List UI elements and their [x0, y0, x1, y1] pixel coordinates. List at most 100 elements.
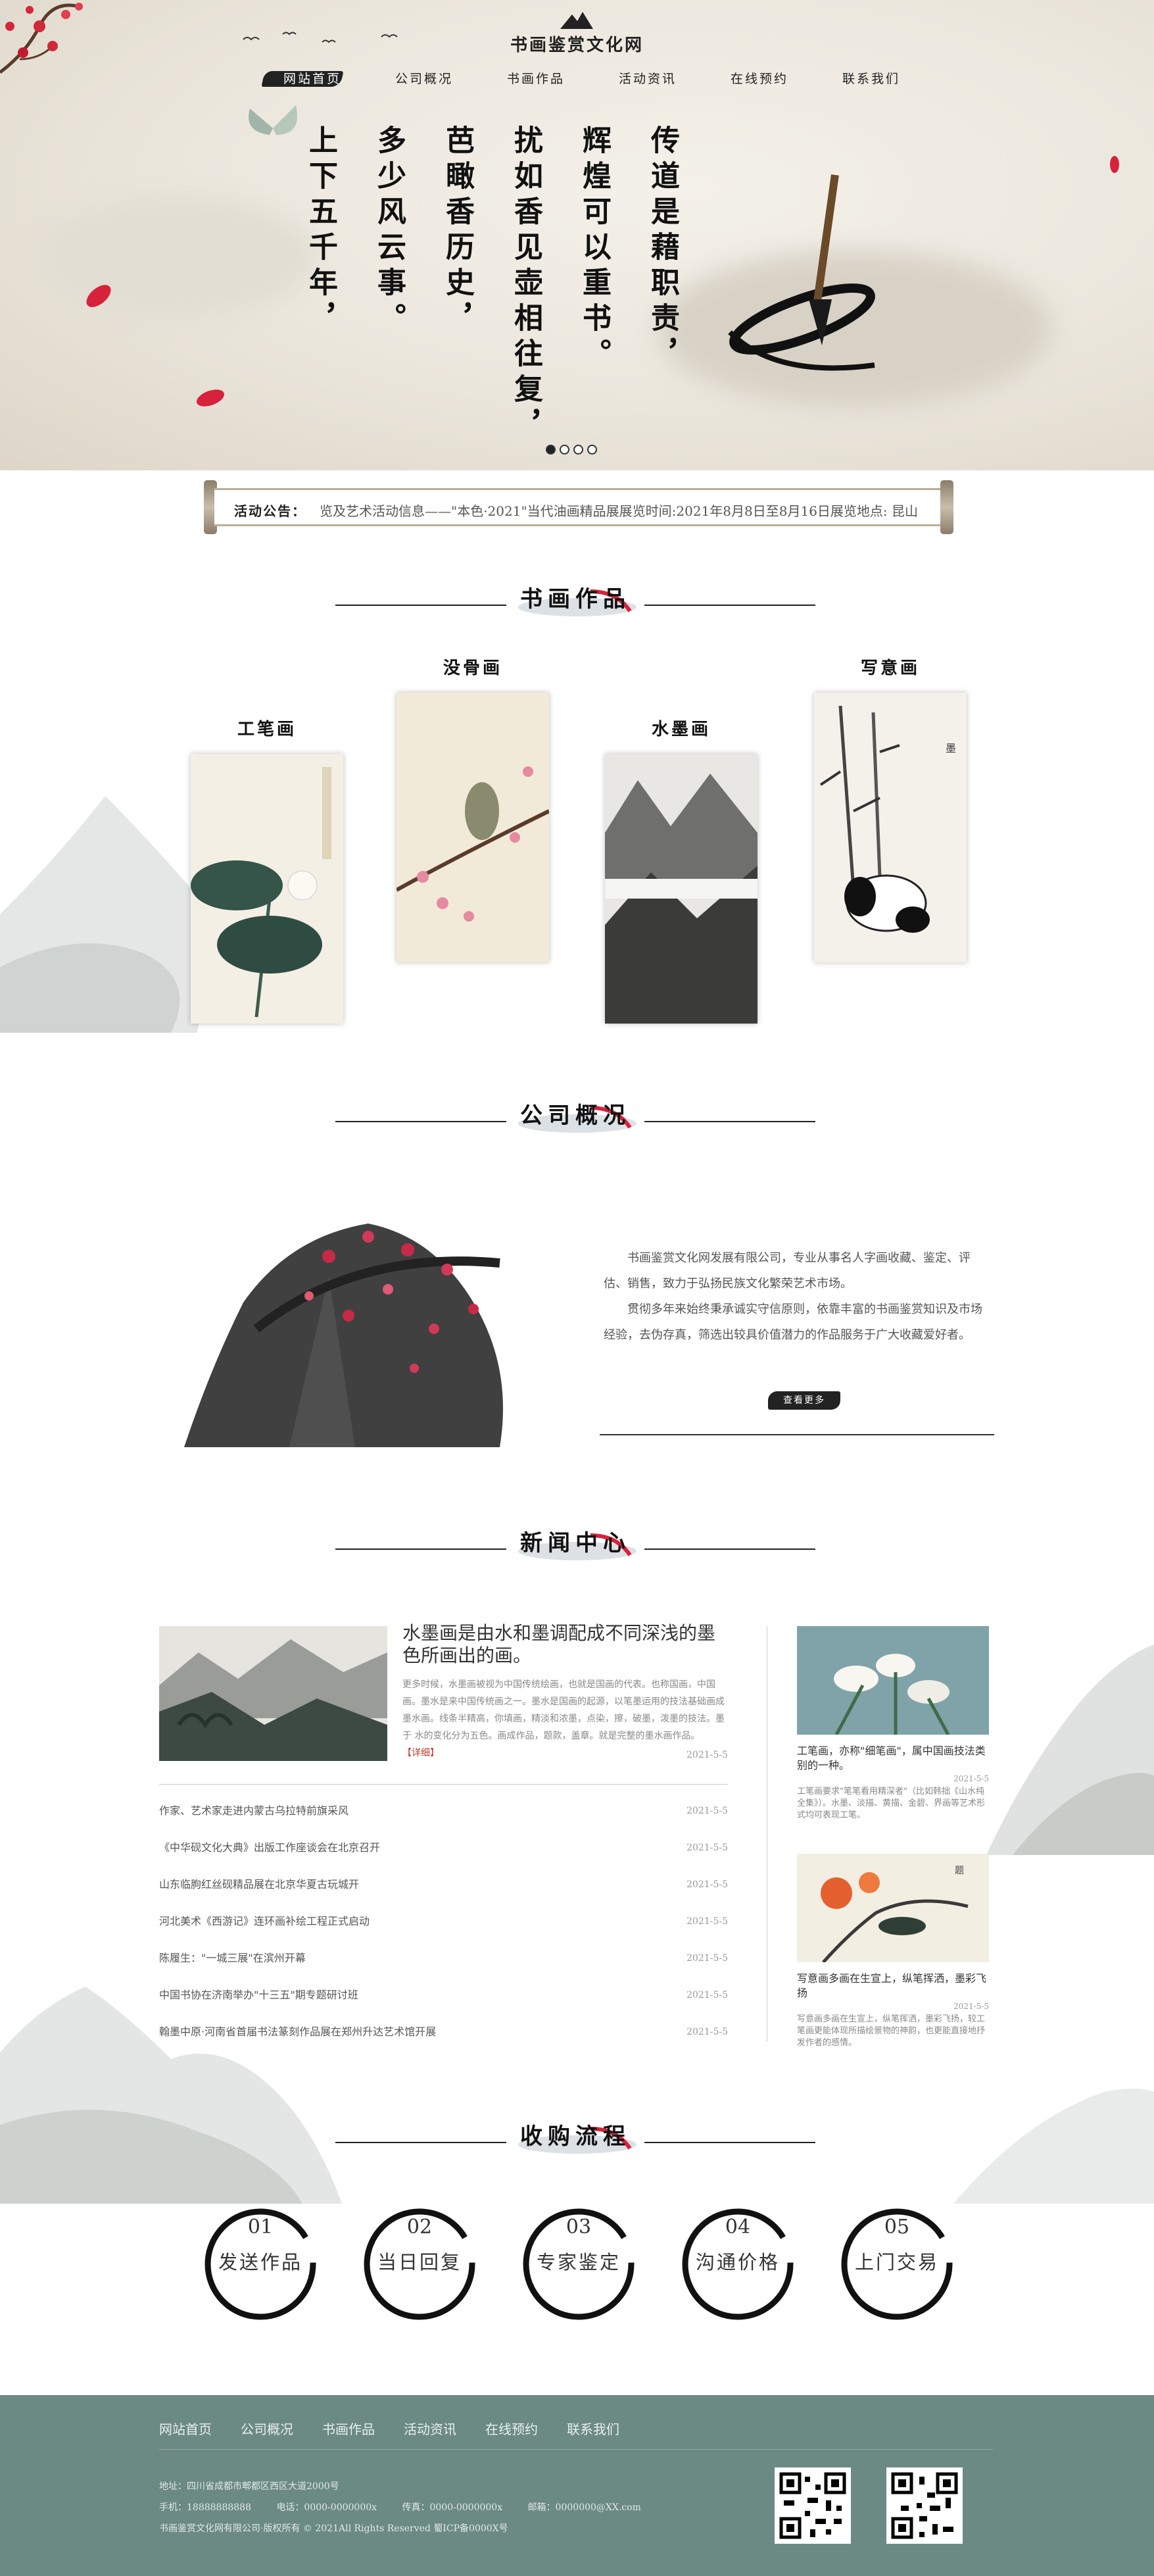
step-label: 发送作品	[218, 2251, 302, 2273]
site-footer: 网站首页 公司概况 书画作品 活动资讯 在线预约 联系我们 地址：四川省成都市郫…	[0, 2395, 1154, 2576]
petal-icon	[1110, 156, 1119, 173]
news-side-image-lily[interactable]	[797, 1626, 989, 1735]
news-item-title: 山东临朐红丝砚精品展在北京华夏古玩城开	[159, 1878, 360, 1891]
poem-line: 传道是藉职责，	[646, 125, 679, 374]
news-item-date: 2021-5-5	[686, 1990, 728, 2000]
news-item-date: 2021-5-5	[686, 1879, 728, 1890]
news-side-title[interactable]: 写意画多画在生宣上，纵笔挥洒，墨彩飞扬	[797, 1971, 989, 2000]
footer-contacts: 手机：18888888888 电话：0000-0000000x 传真：0000-…	[159, 2500, 641, 2514]
step-label: 当日回复	[377, 2251, 462, 2273]
news-item-title: 翰墨中原·河南省首届书法篆刻作品展在郑州升达艺术馆开展	[159, 2025, 437, 2038]
news-side-title[interactable]: 工笔画，亦称"细笔画"，属中国画技法类别的一种。	[797, 1744, 989, 1773]
news-detail-link[interactable]: 【详细】	[402, 1748, 439, 1758]
news-side-card[interactable]: 题 写意画多画在生宣上，纵笔挥洒，墨彩飞扬 2021-5-5 写意画多画在生宣上…	[797, 1854, 989, 2049]
footer-nav-contact[interactable]: 联系我们	[567, 2419, 619, 2438]
process-step-5[interactable]: 05 上门交易	[839, 2206, 955, 2322]
site-title[interactable]: 书画鉴赏文化网	[0, 32, 1154, 56]
footer-nav-works[interactable]: 书画作品	[322, 2419, 375, 2438]
poem-line: 辉煌可以重书。	[577, 125, 611, 374]
step-number: 02	[406, 2216, 433, 2239]
footer-nav-home[interactable]: 网站首页	[159, 2419, 212, 2438]
news-list-item[interactable]: 翰墨中原·河南省首届书法篆刻作品展在郑州升达艺术馆开展 2021-5-5	[159, 2017, 728, 2054]
section-title-text: 新闻中心	[520, 1530, 631, 1556]
about-paragraph: 贯彻多年来始终秉承诚实守信原则，依靠丰富的书画鉴赏知识及市场经验，去伪存真，筛选…	[604, 1302, 982, 1342]
news-side-desc: 工笔画要求"笔笔看用精深者"（比如韩拙《山水纯全集》）。水墨、淡描、黄描、金碧、…	[797, 1787, 986, 1820]
footer-nav-news[interactable]: 活动资讯	[404, 2419, 456, 2438]
news-side-desc: 写意画多画在生宣上，纵笔挥洒，墨彩飞扬，较工笔画更能体现所描绘景物的神韵，也更能…	[797, 2014, 986, 2048]
nav-item-contact[interactable]: 联系我们	[815, 66, 927, 92]
step-number: 04	[725, 2216, 751, 2239]
news-featured-title[interactable]: 水墨画是由水和墨调配成不同深浅的墨色所画出的画。	[402, 1622, 718, 1667]
work-card-gongbi[interactable]: 工笔画	[191, 716, 343, 1024]
view-more-button[interactable]: 查看更多	[768, 1391, 840, 1410]
slider-dot[interactable]	[560, 445, 569, 455]
mountain-mist-decoration	[0, 796, 206, 1033]
news-item-title: 中国书协在济南举办"十三五"期专题研讨班	[159, 1989, 358, 2001]
ink-brush-icon	[728, 174, 875, 371]
news-list-item[interactable]: 河北美术《西游记》连环画补绘工程正式启动 2021-5-5	[159, 1906, 728, 1943]
news-side-date: 2021-5-5	[953, 2002, 989, 2011]
news-item-title: 陈履生："一城三展"在滨州开幕	[159, 1952, 306, 1964]
process-step-4[interactable]: 04 沟通价格	[680, 2206, 796, 2322]
site-logo-icon[interactable]	[560, 9, 593, 30]
about-paragraph: 书画鉴赏文化网发展有限公司，专业从事名人字画收藏、鉴定、评估、销售，致力于弘扬民…	[604, 1251, 971, 1291]
step-number: 01	[247, 2216, 274, 2239]
work-card-mogu[interactable]: 没骨画	[397, 655, 549, 962]
work-card-shuimo[interactable]: 水墨画	[605, 716, 757, 1024]
scroll-roller-right	[940, 480, 953, 534]
news-side-card[interactable]: 工笔画，亦称"细笔画"，属中国画技法类别的一种。 2021-5-5 工笔画要求"…	[797, 1626, 989, 1821]
about-ink-painting	[184, 1224, 503, 1447]
section-title-news: 新闻中心	[335, 1506, 815, 1579]
work-image-lotus[interactable]	[191, 754, 343, 1024]
nav-item-home[interactable]: 网站首页	[256, 66, 368, 92]
section-title-text: 书画作品	[520, 586, 631, 612]
news-list-item[interactable]: 山东临朐红丝砚精品展在北京华夏古玩城开 2021-5-5	[159, 1870, 728, 1906]
news-item-date: 2021-5-5	[686, 1843, 728, 1853]
nav-item-news[interactable]: 活动资讯	[592, 66, 704, 92]
poem-line: 芭瞰香历史，	[441, 125, 474, 338]
step-label: 上门交易	[854, 2251, 939, 2273]
footer-nav-about[interactable]: 公司概况	[241, 2419, 293, 2438]
nav-item-works[interactable]: 书画作品	[480, 66, 592, 92]
nav-item-about[interactable]: 公司概况	[368, 66, 480, 92]
news-list-item[interactable]: 陈履生："一城三展"在滨州开幕 2021-5-5	[159, 1943, 728, 1980]
process-step-2[interactable]: 02 当日回复	[362, 2206, 477, 2322]
news-item-title: 《中华砚文化大典》出版工作座谈会在北京召开	[159, 1841, 381, 1854]
about-divider	[600, 1434, 994, 1435]
section-title-text: 公司概况	[520, 1102, 631, 1129]
footer-nav-booking[interactable]: 在线预约	[485, 2419, 538, 2438]
work-image-panda[interactable]: 墨	[814, 693, 967, 962]
process-step-3[interactable]: 03 专家鉴定	[521, 2206, 637, 2322]
step-number: 05	[884, 2216, 910, 2239]
footer-tel: 电话：0000-0000000x	[276, 2502, 377, 2513]
process-step-1[interactable]: 01 发送作品	[203, 2206, 318, 2322]
about-text: 书画鉴赏文化网发展有限公司，专业从事名人字画收藏、鉴定、评估、销售，致力于弘扬民…	[604, 1245, 988, 1348]
main-nav: 网站首页 公司概况 书画作品 活动资讯 在线预约 联系我们	[256, 66, 927, 92]
nav-item-booking[interactable]: 在线预约	[704, 66, 815, 92]
news-list-item[interactable]: 中国书协在济南举办"十三五"期专题研讨班 2021-5-5	[159, 1980, 728, 2017]
slider-dot[interactable]	[573, 445, 583, 455]
work-name: 工笔画	[237, 720, 297, 739]
petal-icon	[86, 285, 111, 307]
butterfly-icon	[249, 105, 297, 135]
work-image-bird[interactable]	[397, 693, 549, 962]
news-featured-image[interactable]	[159, 1626, 387, 1761]
news-side-date: 2021-5-5	[953, 1774, 989, 1783]
qr-code-icon	[775, 2467, 851, 2544]
work-card-xieyi[interactable]: 写意画 墨	[814, 655, 967, 962]
poem-line: 扰如香见壶相往复，	[509, 125, 542, 445]
news-divider	[159, 1784, 728, 1785]
footer-nav: 网站首页 公司概况 书画作品 活动资讯 在线预约 联系我们	[159, 2419, 619, 2438]
work-image-landscape[interactable]	[605, 754, 757, 1024]
footer-copyright: 书画鉴赏文化网有限公司·版权所有 © 2021All Rights Reserv…	[159, 2523, 508, 2534]
section-title-about: 公司概况	[335, 1079, 815, 1151]
notice-text[interactable]: 览及艺术活动信息——"本色·2021"当代油画精品展展览时间:2021年8月8日…	[320, 501, 938, 520]
slider-dot[interactable]	[587, 445, 597, 455]
hero-banner: 书画鉴赏文化网 网站首页 公司概况 书画作品 活动资讯 在线预约 联系我们 传道…	[0, 0, 1154, 470]
notice-label: 活动公告：	[234, 503, 306, 519]
news-side-image-flowers[interactable]: 题	[797, 1854, 989, 1962]
news-list-item[interactable]: 作家、艺术家走进内蒙古乌拉特前旗采风 2021-5-5	[159, 1796, 728, 1833]
slider-dot[interactable]	[546, 445, 556, 455]
footer-phone: 手机：18888888888	[159, 2502, 251, 2513]
news-list-item[interactable]: 《中华砚文化大典》出版工作座谈会在北京召开 2021-5-5	[159, 1833, 728, 1870]
